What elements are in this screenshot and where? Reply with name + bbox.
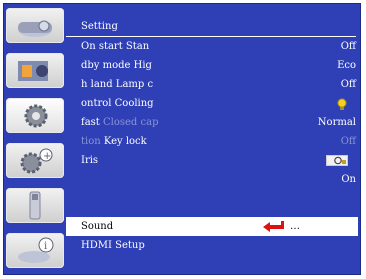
setting-gears-icon: [24, 104, 48, 128]
sidebar: + i: [6, 8, 66, 272]
menu-row[interactable]: fast Closed cap Normal: [66, 113, 358, 132]
usb-memory-icon: [29, 191, 41, 220]
projector-icon: [18, 20, 52, 37]
enter-arrow-icon: [263, 221, 284, 232]
sidebar-item-setting[interactable]: [6, 98, 64, 133]
sidebar-item-projector[interactable]: [6, 8, 64, 43]
svg-text:+: +: [43, 151, 51, 162]
menu-row[interactable]: HDMI Setup: [66, 236, 358, 255]
sidebar-item-expand[interactable]: +: [6, 143, 64, 178]
menu-row[interactable]: h land Lamp c Off: [66, 75, 358, 94]
expand-gears-icon: +: [20, 148, 53, 174]
menu-row-selected[interactable]: Sound …: [66, 217, 358, 236]
menu-row[interactable]: On start Stan Off: [66, 37, 358, 56]
menu-row[interactable]: tion Key lock Off: [66, 132, 358, 151]
iris-icon: [326, 155, 348, 166]
sidebar-item-image[interactable]: [6, 53, 64, 88]
menu-row[interactable]: dby mode Hig Eco: [66, 56, 358, 75]
sidebar-item-usb[interactable]: [6, 188, 64, 223]
menu-row[interactable]: ontrol Cooling: [66, 94, 358, 113]
menu-row[interactable]: On: [66, 170, 358, 189]
sidebar-item-info[interactable]: i: [6, 233, 64, 268]
lamp-icon: [337, 98, 347, 110]
image-adjust-icon: [18, 61, 48, 81]
info-icon: i: [18, 237, 54, 263]
menu-row[interactable]: Iris: [66, 151, 358, 170]
svg-text:i: i: [44, 241, 47, 252]
